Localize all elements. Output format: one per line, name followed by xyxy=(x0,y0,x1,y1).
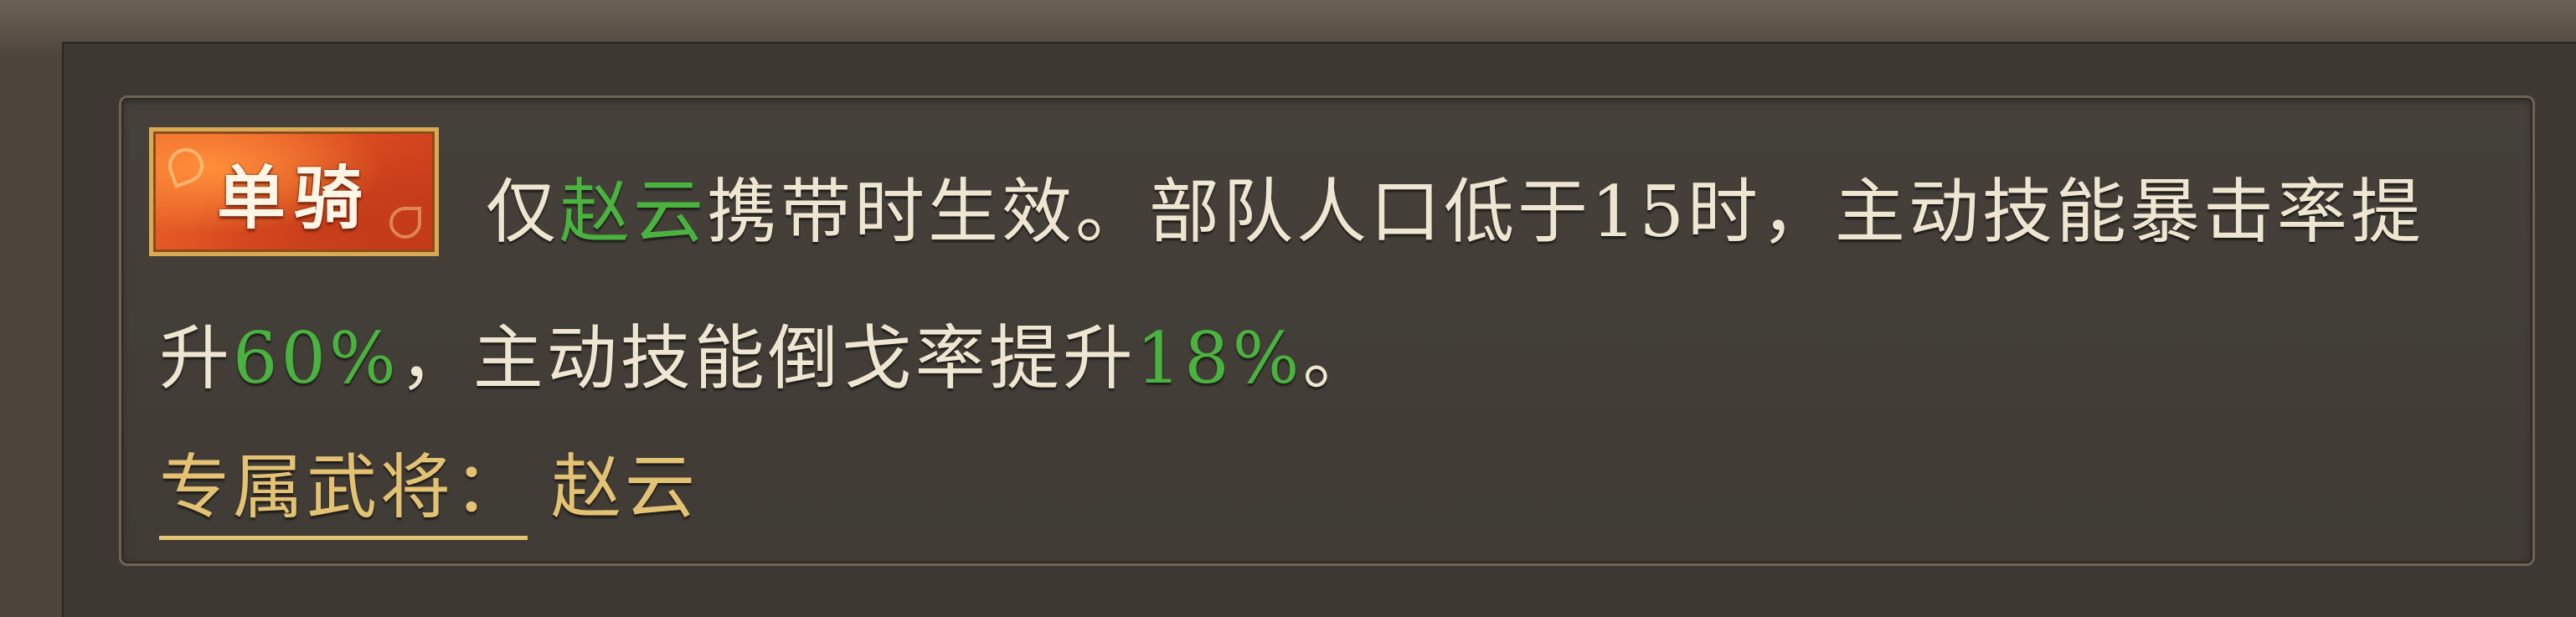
desc-effect-text-2: ，主动技能倒戈率提升 xyxy=(399,317,1136,399)
exclusive-hero-name: 赵云 xyxy=(551,446,699,528)
skill-description-text: 仅赵云携带时生效。部队人口低于15时，主动技能暴击率提升60%，主动技能倒戈率提… xyxy=(159,139,2470,432)
exclusive-hero-link[interactable]: 专属武将： xyxy=(159,431,528,540)
game-screen: 单骑 仅赵云携带时生效。部队人口低于15时，主动技能暴击率提升60%，主动技能倒… xyxy=(0,0,2576,617)
desc-hero-name: 赵云 xyxy=(559,171,708,253)
desc-crit-value: 60% xyxy=(233,317,399,399)
desc-defect-value: 18% xyxy=(1136,317,1303,399)
desc-end-punct: 。 xyxy=(1302,317,1377,399)
desc-prefix: 仅 xyxy=(486,171,560,253)
exclusive-hero-row: 专属武将： 赵云 xyxy=(159,431,698,540)
